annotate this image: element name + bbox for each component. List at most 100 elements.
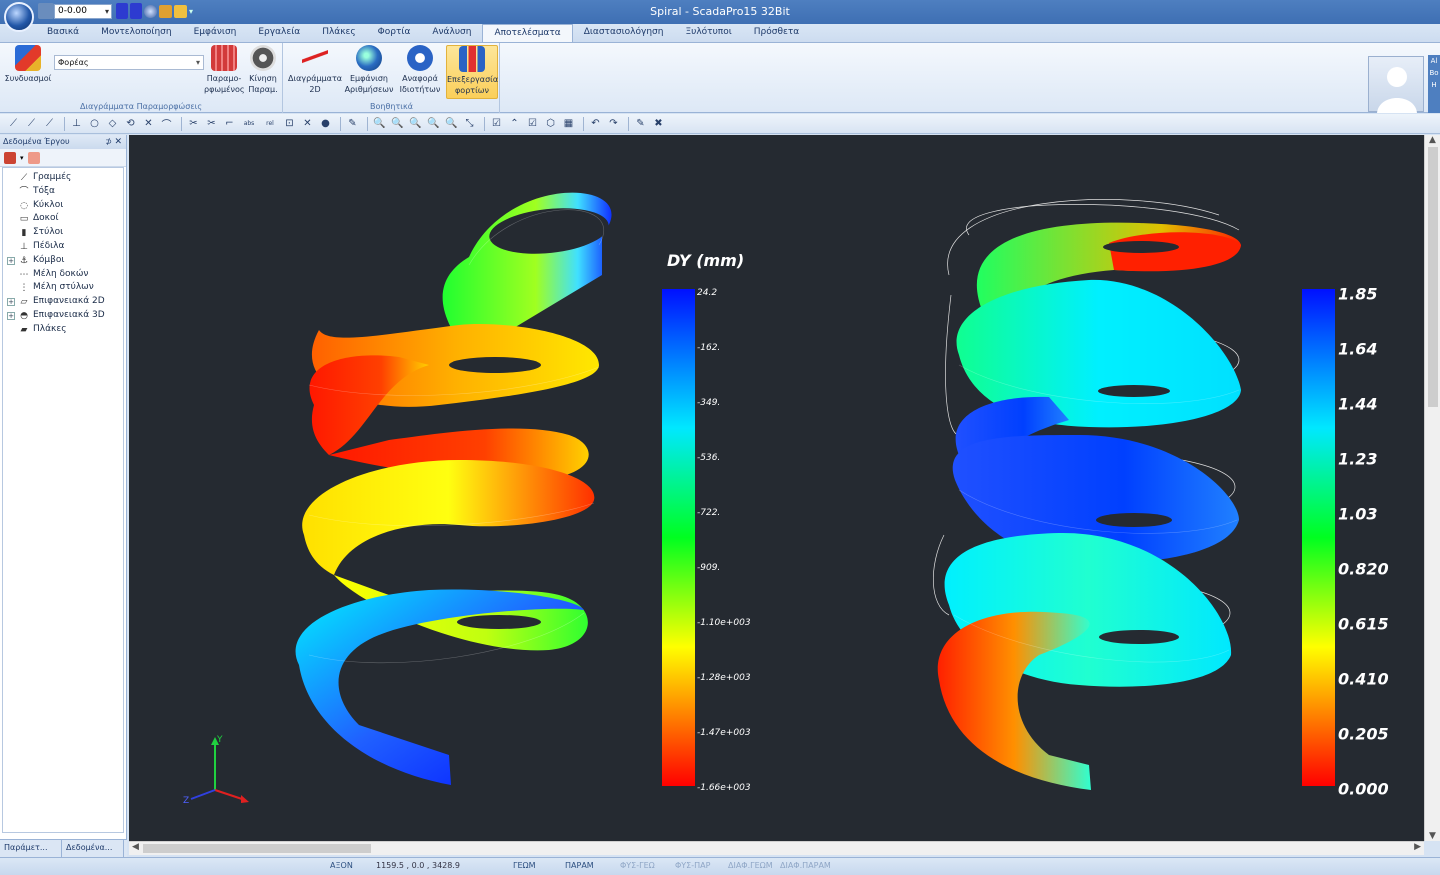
- close-icon[interactable]: ✕: [114, 135, 122, 149]
- expand-icon[interactable]: +: [7, 311, 15, 320]
- grid-icon[interactable]: ▦: [561, 116, 576, 131]
- motion-button[interactable]: Κίνηση Παραμ.: [246, 45, 280, 95]
- dropdown-arrow-icon[interactable]: ▾: [20, 154, 24, 162]
- status-diaf-param[interactable]: ΔΙΑΦ.ΠΑΡΑΜ: [780, 861, 831, 870]
- pan-icon[interactable]: ⤡: [462, 116, 477, 131]
- polyline-icon[interactable]: ⟋: [24, 116, 39, 131]
- horizontal-scroll-thumb[interactable]: [143, 844, 371, 853]
- zoom-prev-icon[interactable]: 🔍: [408, 116, 423, 131]
- tree-item[interactable]: ⋮ Μέλη στύλων: [7, 281, 123, 295]
- left-spiral-model[interactable]: [295, 192, 612, 785]
- viewport-canvas[interactable]: Y Z DY (mm) 24.2 -162. -349. -536. -722. -909…: [129, 135, 1424, 841]
- rel-icon[interactable]: rel: [261, 116, 279, 131]
- scroll-down-icon[interactable]: ▼: [1429, 831, 1436, 841]
- user-avatar[interactable]: [1368, 56, 1424, 113]
- beam-icon: ▭: [19, 214, 29, 225]
- zoom-out-icon[interactable]: 🔍: [444, 116, 459, 131]
- tab-data[interactable]: Δεδομένα...: [62, 840, 124, 857]
- tab-7[interactable]: Αποτελέσματα: [482, 24, 573, 42]
- undo-icon[interactable]: ↶: [588, 116, 603, 131]
- peak-icon[interactable]: ⌃: [507, 116, 522, 131]
- tree-view-icon[interactable]: [4, 151, 16, 164]
- diagrams-2d-button[interactable]: Διαγράμματα 2D: [286, 45, 344, 95]
- tab-9[interactable]: Ξυλότυποι: [674, 24, 742, 42]
- report-label-2: Ιδιοτήτων: [399, 85, 441, 94]
- pen-icon[interactable]: ✎: [345, 116, 360, 131]
- check2-icon[interactable]: ☑: [525, 116, 540, 131]
- abs-icon[interactable]: abs: [240, 116, 258, 131]
- trim-icon[interactable]: ✂: [204, 116, 219, 131]
- 3d-viewport[interactable]: Y Z DY (mm) 24.2 -162. -349. -536. -722. -909…: [129, 135, 1424, 841]
- tree-item[interactable]: ◌ Κύκλοι: [7, 199, 123, 213]
- brush-icon[interactable]: ✎: [633, 116, 648, 131]
- tab-3[interactable]: Εργαλεία: [247, 24, 311, 42]
- tree-item[interactable]: ⟋ Γραμμές: [7, 171, 123, 185]
- tree-item[interactable]: ▭ Δοκοί: [7, 212, 123, 226]
- check-icon[interactable]: ☑: [489, 116, 504, 131]
- tree-item[interactable]: + ▱ Επιφανειακά 2D: [7, 295, 123, 309]
- tab-2[interactable]: Εμφάνιση: [183, 24, 248, 42]
- status-axis[interactable]: ΑΞΟΝ: [330, 861, 353, 870]
- tab-0[interactable]: Βασικά: [36, 24, 90, 42]
- perpendicular-icon[interactable]: ⊥: [69, 116, 84, 131]
- report-properties-button[interactable]: Αναφορά Ιδιοτήτων: [394, 45, 446, 95]
- right-spiral-model[interactable]: [933, 199, 1241, 790]
- tab-1[interactable]: Μοντελοποίηση: [90, 24, 183, 42]
- circle-icon[interactable]: ○: [87, 116, 102, 131]
- combinations-button[interactable]: Συνδυασμοί: [4, 45, 52, 84]
- application-menu-button[interactable]: [4, 2, 34, 32]
- zoom-all-icon[interactable]: 🔍: [426, 116, 441, 131]
- tab-10[interactable]: Πρόσθετα: [743, 24, 810, 42]
- tab-5[interactable]: Φορτία: [367, 24, 422, 42]
- zoom-in-icon[interactable]: 🔍: [390, 116, 405, 131]
- tab-parameters[interactable]: Παράμετ...: [0, 840, 62, 857]
- expand-icon[interactable]: +: [7, 256, 15, 265]
- deformed-button[interactable]: Παραμο- ρφωμένος: [204, 45, 245, 95]
- status-param[interactable]: ΠΑΡΑΜ: [565, 861, 594, 870]
- redo-icon[interactable]: ↷: [606, 116, 621, 131]
- pin-icon[interactable]: ⊅: [105, 135, 112, 149]
- vertical-scroll-thumb[interactable]: [1428, 147, 1438, 407]
- refresh-icon[interactable]: [27, 151, 40, 164]
- expand-icon[interactable]: +: [7, 298, 15, 307]
- horizontal-scrollbar[interactable]: ◀ ▶: [129, 841, 1424, 855]
- close-icon[interactable]: ✖: [651, 116, 666, 131]
- carrier-combo[interactable]: Φορέας: [54, 55, 204, 70]
- status-geom[interactable]: ΓΕΩΜ: [513, 861, 536, 870]
- show-numbering-button[interactable]: Εμφάνιση Αριθμήσεων: [344, 45, 394, 95]
- status-fys-par[interactable]: ΦΥΣ-ΠΑΡ: [675, 861, 710, 870]
- tree-item[interactable]: ▮ Στύλοι: [7, 226, 123, 240]
- cut-icon[interactable]: ✂: [186, 116, 201, 131]
- r-hole-3: [1096, 513, 1172, 527]
- polygon-icon[interactable]: ⬡: [543, 116, 558, 131]
- scroll-left-icon[interactable]: ◀: [132, 842, 139, 852]
- corner-icon[interactable]: ⌐: [222, 116, 237, 131]
- status-fys-geo[interactable]: ΦΥΣ-ΓΕΩ: [620, 861, 655, 870]
- tree-item[interactable]: ▰ Πλάκες: [7, 323, 123, 337]
- rotate-icon[interactable]: ⟲: [123, 116, 138, 131]
- arc-icon[interactable]: ⌒: [159, 116, 174, 131]
- tab-8[interactable]: Διαστασιολόγηση: [573, 24, 675, 42]
- arc3-icon[interactable]: ⟋: [42, 116, 57, 131]
- point-icon[interactable]: ●: [318, 116, 333, 131]
- tree-item[interactable]: ⌒ Τόξα: [7, 185, 123, 199]
- cross-icon[interactable]: ✕: [141, 116, 156, 131]
- edit-loads-button[interactable]: Επεξεργασία φορτίων: [446, 45, 498, 99]
- line-icon[interactable]: ⟋: [6, 116, 21, 131]
- diamond-icon[interactable]: ◇: [105, 116, 120, 131]
- tree-item[interactable]: + ◓ Επιφανειακά 3D: [7, 309, 123, 323]
- delete-icon[interactable]: ✕: [300, 116, 315, 131]
- select-icon[interactable]: ⊡: [282, 116, 297, 131]
- tab-4[interactable]: Πλάκες: [311, 24, 366, 42]
- tree-item[interactable]: ⋯ Μέλη δοκών: [7, 268, 123, 282]
- scroll-up-icon[interactable]: ▲: [1429, 135, 1436, 145]
- show-label-1: Εμφάνιση: [349, 74, 388, 83]
- status-diaf-geom[interactable]: ΔΙΑΦ.ΓΕΩΜ: [728, 861, 773, 870]
- side-edge-panel[interactable]: Al Bo H: [1428, 55, 1440, 113]
- vertical-scrollbar[interactable]: ▲ ▼: [1424, 135, 1440, 841]
- tab-6[interactable]: Ανάλυση: [421, 24, 482, 42]
- tree-item[interactable]: + ⚓ Κόμβοι: [7, 254, 123, 268]
- scroll-right-icon[interactable]: ▶: [1414, 842, 1421, 852]
- zoom-window-icon[interactable]: 🔍: [372, 116, 387, 131]
- tree-item[interactable]: ⊥ Πέδιλα: [7, 240, 123, 254]
